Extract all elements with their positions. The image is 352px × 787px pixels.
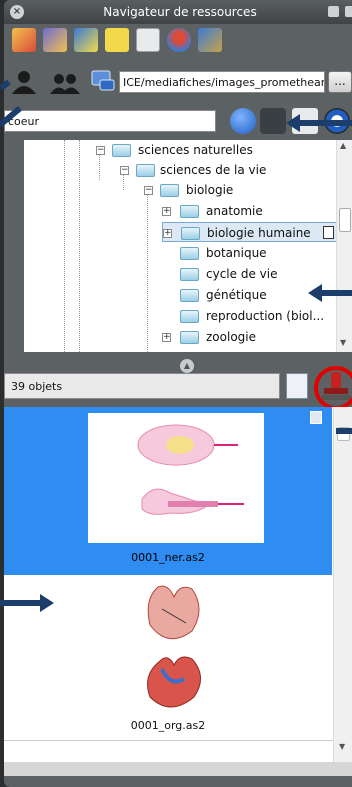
sticky-note-icon[interactable] bbox=[105, 28, 129, 52]
results-scrollbar[interactable]: ▼ bbox=[333, 407, 352, 762]
tools-icon[interactable] bbox=[198, 28, 222, 52]
tree-item-label: sciences de la vie bbox=[160, 163, 267, 177]
expand-icon[interactable]: + bbox=[163, 229, 172, 238]
folder-icon bbox=[136, 164, 155, 177]
tree-item-zoologie[interactable]: + zoologie bbox=[162, 327, 332, 347]
result-label: 0001_org.as2 bbox=[130, 719, 206, 732]
collapse-icon[interactable]: − bbox=[120, 166, 129, 175]
tree-item-label: anatomie bbox=[206, 204, 263, 218]
tree-item-genetique[interactable]: génétique bbox=[162, 285, 332, 305]
highlight-circle bbox=[314, 366, 352, 410]
result-label: 0001_ner.as2 bbox=[131, 551, 205, 564]
annotation-arrow bbox=[336, 428, 352, 434]
options-icon[interactable] bbox=[328, 6, 339, 17]
result-thumbnail bbox=[88, 413, 264, 543]
heart-diagram-image bbox=[147, 585, 201, 708]
result-item-selected[interactable]: 0001_ner.as2 bbox=[4, 407, 332, 575]
folder-icon bbox=[181, 227, 200, 240]
result-item-empty bbox=[4, 740, 334, 762]
tree-item-label: sciences naturelles bbox=[138, 143, 253, 157]
title-bar: × Navigateur de ressources bbox=[4, 0, 352, 24]
result-count: 39 objets bbox=[4, 373, 280, 399]
search-input[interactable]: coeur bbox=[4, 110, 216, 132]
resources-icon[interactable] bbox=[12, 28, 36, 52]
scroll-down-icon[interactable]: ▼ bbox=[339, 742, 345, 751]
pin-icon[interactable] bbox=[167, 28, 191, 52]
tree-scrollbar[interactable]: ▲ ▼ bbox=[336, 140, 352, 352]
window-title: Navigateur de ressources bbox=[103, 5, 257, 19]
tree-item-label: biologie bbox=[186, 183, 234, 197]
clapperboard-icon[interactable] bbox=[43, 28, 67, 52]
tree-item-label: reproduction (biol... bbox=[206, 309, 325, 323]
arrowhead-icon bbox=[40, 594, 54, 612]
result-thumbnail bbox=[88, 579, 264, 715]
folder-icon bbox=[180, 205, 199, 218]
folder-icon bbox=[180, 268, 199, 281]
collapse-icon[interactable]: − bbox=[144, 186, 153, 195]
tree-item-label: cycle de vie bbox=[206, 267, 278, 281]
properties-icon[interactable] bbox=[310, 411, 322, 424]
tree-item-label: zoologie bbox=[206, 330, 256, 344]
folder-icon bbox=[160, 184, 179, 197]
tree-item-biologie-humaine[interactable]: + biologie humaine bbox=[162, 222, 337, 242]
folder-tree: − sciences naturelles − sciences de la v… bbox=[24, 140, 352, 352]
tree-item-biologie[interactable]: − biologie bbox=[144, 180, 324, 200]
annotation-arrow bbox=[0, 600, 42, 606]
computer-icon[interactable] bbox=[90, 68, 116, 94]
folder-icon bbox=[180, 247, 199, 260]
scroll-up-icon[interactable]: ▲ bbox=[340, 141, 346, 150]
expand-icon[interactable]: + bbox=[162, 207, 171, 216]
path-field[interactable]: ICE/mediafiches/images_promethean bbox=[119, 71, 325, 93]
ner-diagram-image bbox=[137, 424, 244, 515]
folder-icon bbox=[180, 289, 199, 302]
tree-item-label: biologie humaine bbox=[207, 226, 311, 240]
scroll-down-icon[interactable]: ▼ bbox=[340, 338, 346, 347]
browse-button[interactable]: ... bbox=[328, 71, 352, 93]
tree-item-cycle-de-vie[interactable]: cycle de vie bbox=[162, 264, 332, 284]
folder-icon bbox=[180, 310, 199, 323]
tree-item-sciences-de-la-vie[interactable]: − sciences de la vie bbox=[120, 160, 340, 180]
folder-icon bbox=[180, 331, 199, 344]
tree-item-reproduction[interactable]: reproduction (biol... bbox=[162, 306, 332, 326]
status-bar bbox=[4, 762, 352, 776]
properties-icon[interactable] bbox=[323, 226, 334, 239]
splitter-handle-icon[interactable]: ▲ bbox=[180, 359, 194, 373]
shared-resources-icon[interactable] bbox=[50, 72, 80, 94]
tree-guide bbox=[147, 190, 148, 352]
search-go-icon[interactable] bbox=[230, 108, 256, 134]
results-list: 0001_ner.as2 0001_org.as2 ▼ bbox=[4, 407, 352, 762]
my-resources-icon[interactable] bbox=[10, 70, 38, 94]
tree-item-sciences-naturelles[interactable]: − sciences naturelles bbox=[96, 140, 336, 160]
tree-item-anatomie[interactable]: + anatomie bbox=[162, 201, 332, 221]
expand-icon[interactable]: + bbox=[162, 333, 171, 342]
undock-icon[interactable] bbox=[345, 6, 352, 17]
folder-icon bbox=[112, 144, 131, 157]
picture-icon[interactable] bbox=[74, 28, 98, 52]
grid-view-icon[interactable] bbox=[260, 108, 286, 134]
tree-item-botanique[interactable]: botanique bbox=[162, 243, 332, 263]
tree-item-label: génétique bbox=[206, 288, 267, 302]
annotation-arrow bbox=[322, 290, 352, 296]
collapse-icon[interactable]: − bbox=[96, 146, 105, 155]
annotation-arrow bbox=[298, 120, 352, 126]
tree-guide bbox=[79, 140, 80, 352]
list-view-icon[interactable] bbox=[286, 373, 308, 399]
scroll-thumb[interactable] bbox=[339, 208, 351, 232]
arrowhead-icon bbox=[286, 114, 300, 132]
arrowhead-icon bbox=[308, 284, 322, 302]
tree-item-label: botanique bbox=[206, 246, 267, 260]
notes-icon[interactable] bbox=[136, 28, 160, 52]
tree-guide bbox=[64, 140, 65, 352]
